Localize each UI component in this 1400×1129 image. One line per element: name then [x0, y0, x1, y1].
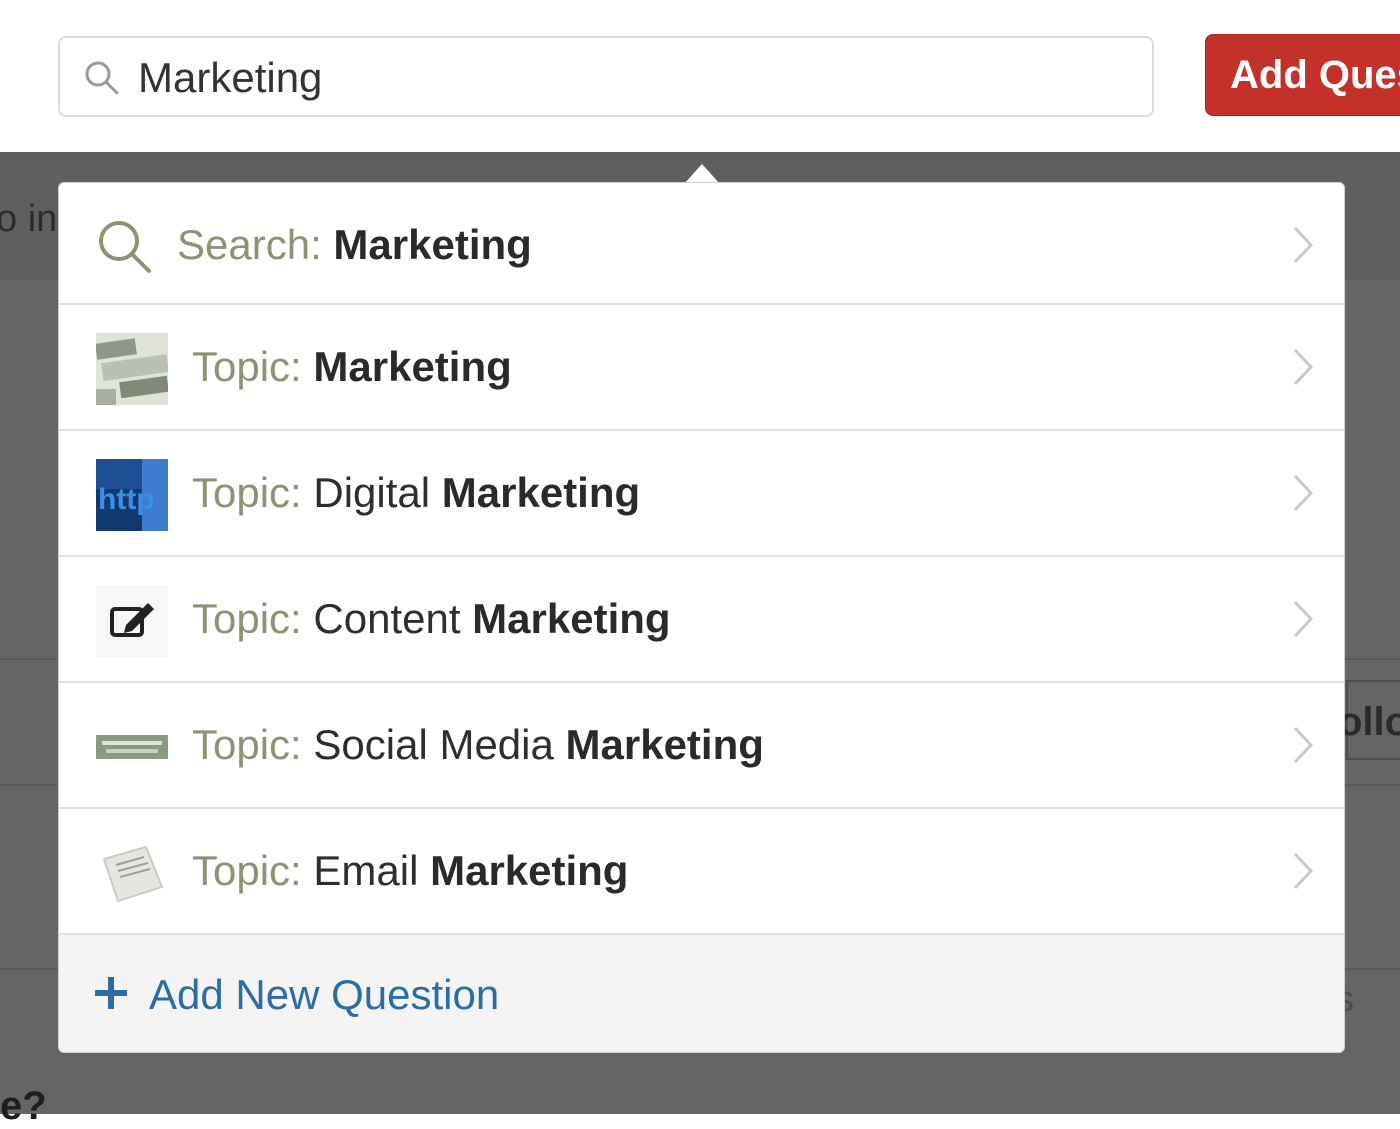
http-thumb-icon: http — [96, 459, 168, 531]
background-heading: e? — [0, 1084, 47, 1128]
follow-button-label: ollo — [1338, 700, 1400, 744]
social-media-thumb-icon — [96, 711, 168, 783]
search-suggestions-dropdown: Search: Marketing Topic: Marketing http … — [58, 182, 1345, 1053]
chevron-right-icon — [1293, 600, 1314, 638]
plus-icon — [95, 977, 127, 1009]
search-input-value: Marketing — [138, 54, 323, 101]
suggestion-label: Topic: Email Marketing — [192, 847, 629, 894]
add-new-question-link[interactable]: Add New Question — [59, 933, 1344, 1052]
search-icon — [99, 221, 151, 273]
search-icon — [85, 61, 119, 95]
suggestion-topic-marketing[interactable]: Topic: Marketing — [59, 305, 1344, 431]
add-question-button[interactable]: Add Question — [1205, 34, 1400, 116]
svg-text:http: http — [98, 483, 155, 516]
suggestion-topic-email-marketing[interactable]: Topic: Email Marketing — [59, 809, 1344, 933]
chevron-right-icon — [1293, 852, 1314, 890]
chevron-right-icon — [1293, 348, 1314, 386]
search-input[interactable]: Marketing — [58, 36, 1154, 117]
suggestion-search[interactable]: Search: Marketing — [59, 183, 1344, 305]
suggestion-label: Topic: Content Marketing — [192, 595, 671, 642]
chevron-right-icon — [1293, 474, 1314, 512]
keyboard-marketing-thumb-icon — [96, 333, 168, 405]
chevron-right-icon — [1293, 226, 1314, 264]
suggestion-label: Topic: Digital Marketing — [192, 469, 641, 516]
edit-pencil-thumb-icon — [96, 585, 168, 657]
top-header: Marketing Add Question — [0, 0, 1400, 152]
suggestion-topic-content-marketing[interactable]: Topic: Content Marketing — [59, 557, 1344, 683]
chevron-right-icon — [1293, 726, 1314, 764]
suggestion-label: Topic: Social Media Marketing — [192, 721, 764, 768]
background-text: o in — [0, 198, 58, 240]
suggestion-topic-digital-marketing[interactable]: http Topic: Digital Marketing — [59, 431, 1344, 557]
add-new-question-label: Add New Question — [149, 971, 500, 1018]
dropdown-caret — [684, 164, 720, 184]
suggestion-label: Search: Marketing — [177, 221, 532, 268]
email-thumb-icon — [96, 837, 168, 909]
suggestion-label: Topic: Marketing — [192, 343, 512, 390]
suggestion-topic-social-media-marketing[interactable]: Topic: Social Media Marketing — [59, 683, 1344, 809]
